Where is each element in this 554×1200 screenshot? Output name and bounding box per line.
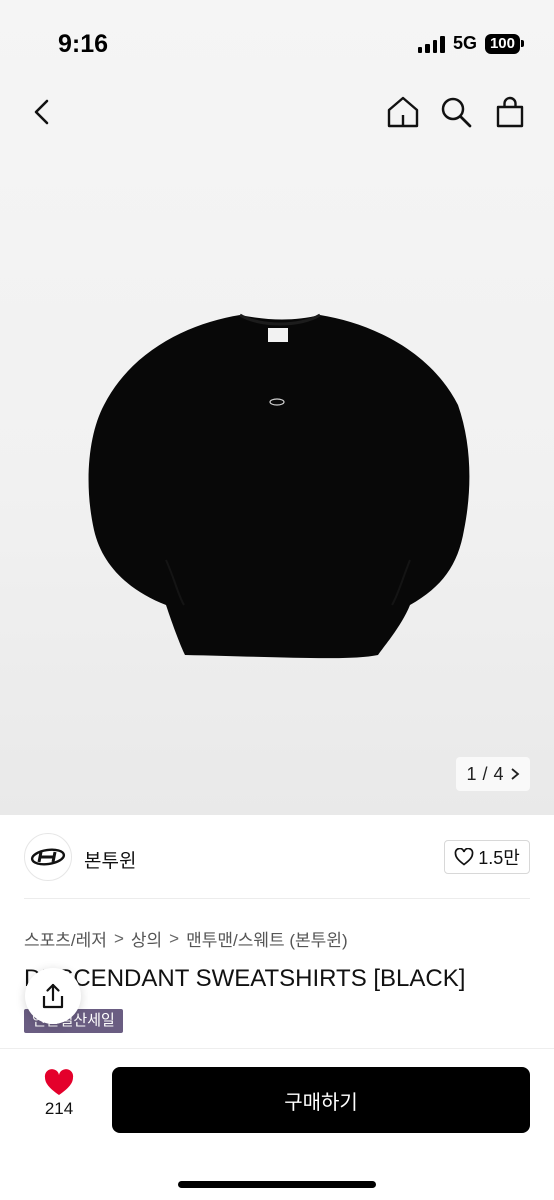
heart-filled-icon — [44, 1069, 74, 1095]
breadcrumb-item[interactable]: 맨투맨/스웨트 (본투윈) — [186, 926, 348, 951]
brand-name[interactable]: 본투윈 — [84, 846, 136, 873]
chevron-left-icon — [34, 99, 49, 125]
search-icon — [441, 97, 472, 128]
breadcrumb-item[interactable]: 상의 — [131, 926, 162, 951]
network-type: 5G — [452, 33, 477, 53]
share-button[interactable] — [25, 968, 81, 1024]
product-title: DESCENDANT SWEATSHIRTS [BLACK] — [24, 965, 466, 992]
back-button[interactable] — [24, 94, 60, 130]
brand-like-count: 1.5만 — [478, 848, 520, 868]
search-button[interactable] — [438, 94, 474, 130]
cart-button[interactable] — [492, 94, 528, 130]
chevron-right-icon: > — [113, 928, 124, 948]
brand-like-button[interactable]: 1.5만 — [444, 840, 530, 874]
breadcrumb: 스포츠/레저 > 상의 > 맨투맨/스웨트 (본투윈) — [24, 926, 348, 951]
product-image[interactable] — [80, 305, 480, 665]
top-nav — [0, 88, 554, 138]
brand-logo[interactable] — [24, 833, 72, 881]
buy-button[interactable]: 구매하기 — [112, 1067, 530, 1133]
status-bar: 9:16 5G 100 — [0, 0, 554, 88]
divider — [24, 898, 530, 899]
battery-icon: 100 — [484, 33, 524, 54]
breadcrumb-item[interactable]: 스포츠/레저 — [24, 926, 107, 951]
chevron-right-icon — [510, 768, 519, 780]
wishlist-button[interactable]: 214 — [30, 1069, 88, 1119]
status-time: 9:16 — [58, 30, 109, 58]
pager-total: 4 — [493, 763, 504, 784]
wishlist-count: 214 — [44, 1099, 74, 1118]
home-button[interactable] — [385, 94, 421, 130]
brand-logo-icon — [30, 848, 66, 866]
chevron-right-icon: > — [169, 928, 180, 948]
bottom-bar: 214 구매하기 — [0, 1048, 554, 1200]
home-icon — [387, 96, 419, 128]
pager-separator: / — [482, 763, 488, 784]
brand-row: 본투윈 1.5만 — [24, 833, 530, 881]
battery-level: 100 — [484, 33, 520, 54]
heart-outline-icon — [454, 848, 474, 866]
image-pager[interactable]: 1 / 4 — [456, 757, 530, 791]
status-indicators: 5G 100 — [417, 33, 524, 54]
share-icon — [42, 983, 64, 1009]
shopping-bag-icon — [496, 96, 524, 128]
pager-current: 1 — [466, 763, 477, 784]
home-indicator — [178, 1181, 376, 1188]
signal-icon — [417, 35, 445, 53]
